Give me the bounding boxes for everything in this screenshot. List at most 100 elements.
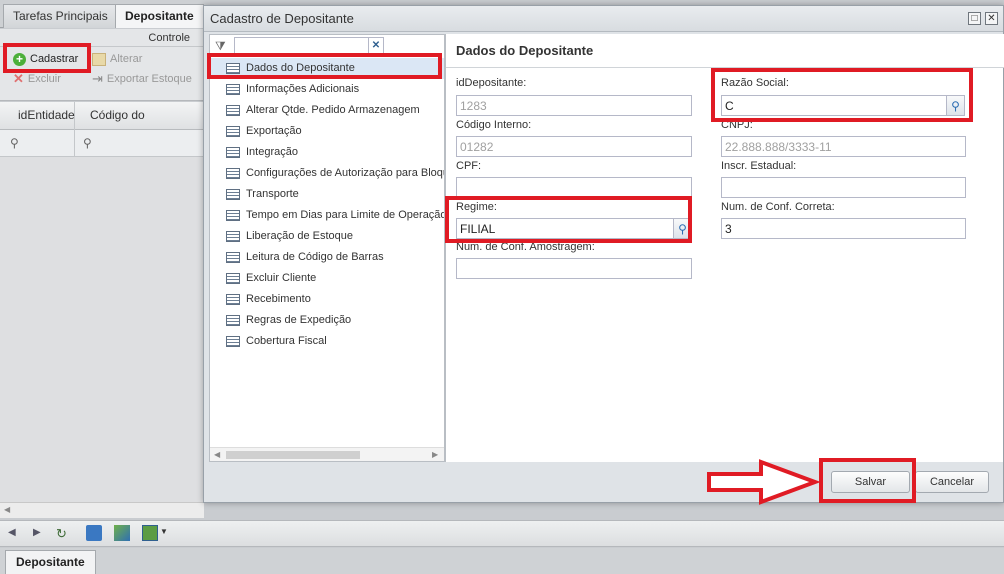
num-conf-amostragem-field[interactable] bbox=[456, 258, 692, 279]
cpf-label: CPF: bbox=[456, 160, 482, 172]
arrow-annotation bbox=[707, 459, 821, 505]
razao-social-field[interactable] bbox=[721, 95, 947, 116]
menu-item-label: Tempo em Dias para Limite de Operação bbox=[246, 209, 444, 221]
codigo-interno-field[interactable] bbox=[456, 136, 692, 157]
menu-horizontal-scrollbar[interactable]: ◀ ▶ bbox=[210, 447, 444, 461]
regime-field[interactable] bbox=[456, 218, 674, 239]
menu-item-label: Alterar Qtde. Pedido Armazenagem bbox=[246, 104, 420, 116]
column-header-identidade[interactable]: idEntidade bbox=[0, 102, 75, 130]
list-icon bbox=[226, 147, 240, 158]
window-footer: Salvar Cancelar bbox=[204, 462, 1003, 502]
num-conf-correta-label: Num. de Conf. Correta: bbox=[721, 201, 835, 213]
grid-body bbox=[0, 157, 204, 502]
regime-search-button[interactable]: ⚲ bbox=[674, 218, 692, 239]
razao-social-search-button[interactable]: ⚲ bbox=[947, 95, 965, 116]
cnpj-label: CNPJ: bbox=[721, 119, 753, 131]
close-icon[interactable]: ✕ bbox=[985, 12, 998, 25]
filter-identidade[interactable]: ⚲ bbox=[0, 130, 75, 157]
menu-item[interactable]: Excluir Cliente bbox=[210, 268, 444, 289]
menu-item[interactable]: Integração bbox=[210, 142, 444, 163]
menu-item[interactable]: Transporte bbox=[210, 184, 444, 205]
section-menu: ⧩ ✕ Dados do Depositante Informações Adic… bbox=[209, 34, 445, 462]
menu-item-label: Cobertura Fiscal bbox=[246, 335, 327, 347]
excluir-button[interactable]: ✕ Excluir bbox=[13, 70, 61, 88]
menu-item[interactable]: Cobertura Fiscal bbox=[210, 331, 444, 352]
next-page-icon[interactable]: ▶ bbox=[33, 527, 41, 538]
menu-item[interactable]: Recebimento bbox=[210, 289, 444, 310]
window-title: Cadastro de Depositante bbox=[204, 6, 1003, 32]
list-icon bbox=[226, 63, 240, 74]
inscr-estadual-field[interactable] bbox=[721, 177, 966, 198]
bottom-tab-bar: Depositante bbox=[0, 548, 1004, 574]
list-icon bbox=[226, 294, 240, 305]
menu-filter: ⧩ ✕ bbox=[213, 37, 441, 57]
main-tab-bar: Tarefas Principais Depositante bbox=[0, 0, 210, 28]
grid-filter-row: ⚲ ⚲ bbox=[0, 130, 204, 157]
delete-icon: ✕ bbox=[13, 71, 24, 86]
cancelar-button[interactable]: Cancelar bbox=[915, 471, 989, 493]
alterar-button[interactable]: Alterar bbox=[92, 50, 142, 68]
menu-item-label: Integração bbox=[246, 146, 298, 158]
menu-item[interactable]: Exportação bbox=[210, 121, 444, 142]
scroll-right-icon[interactable]: ▶ bbox=[432, 450, 438, 459]
menu-item[interactable]: Alterar Qtde. Pedido Armazenagem bbox=[210, 100, 444, 121]
tab-depositante[interactable]: Depositante bbox=[115, 4, 204, 28]
search-icon: ⚲ bbox=[10, 136, 19, 150]
list-icon bbox=[226, 210, 240, 221]
salvar-button[interactable]: Salvar bbox=[831, 471, 910, 493]
alterar-label: Alterar bbox=[110, 53, 143, 65]
paging-toolbar: ◀ ▶ ↻ ▼ bbox=[0, 520, 1004, 547]
excluir-label: Excluir bbox=[27, 73, 61, 85]
cadastrar-button[interactable]: + Cadastrar bbox=[13, 50, 78, 68]
column-header-codigo[interactable]: Código do Depositante bbox=[75, 102, 204, 149]
refresh-icon[interactable]: ↻ bbox=[56, 526, 67, 542]
dados-depositante-panel: Dados do Depositante idDepositante: Códi… bbox=[445, 34, 1004, 462]
menu-item[interactable]: Dados do Depositante bbox=[210, 58, 444, 79]
scroll-thumb[interactable] bbox=[226, 451, 360, 459]
menu-item-label: Leitura de Código de Barras bbox=[246, 251, 384, 263]
menu-item-label: Dados do Depositante bbox=[246, 62, 355, 74]
list-icon bbox=[226, 231, 240, 242]
inscr-estadual-label: Inscr. Estadual: bbox=[721, 160, 797, 172]
list-icon bbox=[226, 105, 240, 116]
list-icon bbox=[226, 168, 240, 179]
razao-social-label: Razão Social: bbox=[721, 77, 789, 89]
grid-horizontal-scrollbar[interactable]: ◀ bbox=[0, 502, 204, 518]
search-panel-icon[interactable] bbox=[86, 525, 102, 541]
toolbar-group-label: Controle bbox=[148, 32, 190, 44]
tab-tarefas-principais[interactable]: Tarefas Principais bbox=[3, 4, 118, 28]
list-icon bbox=[226, 189, 240, 200]
menu-item-label: Recebimento bbox=[246, 293, 311, 305]
chevron-down-icon[interactable]: ▼ bbox=[160, 527, 168, 536]
magnifier-icon: ⚲ bbox=[951, 98, 960, 113]
exportar-estoque-button[interactable]: ⇥ Exportar Estoque bbox=[92, 70, 192, 88]
clear-icon[interactable]: ✕ bbox=[369, 37, 384, 55]
menu-search-input[interactable] bbox=[234, 37, 369, 55]
filter-codigo[interactable]: ⚲ bbox=[75, 130, 204, 157]
bottom-tab-depositante[interactable]: Depositante bbox=[5, 550, 96, 574]
menu-item[interactable]: Leitura de Código de Barras bbox=[210, 247, 444, 268]
list-icon bbox=[226, 273, 240, 284]
scroll-left-icon[interactable]: ◀ bbox=[4, 505, 10, 514]
menu-item[interactable]: Tempo em Dias para Limite de Operação bbox=[210, 205, 444, 226]
list-icon bbox=[226, 315, 240, 326]
menu-item[interactable]: Liberação de Estoque bbox=[210, 226, 444, 247]
chart-icon[interactable] bbox=[114, 525, 130, 541]
num-conf-correta-field[interactable] bbox=[721, 218, 966, 239]
cnpj-field[interactable] bbox=[721, 136, 966, 157]
export-menu-icon[interactable] bbox=[142, 525, 158, 541]
maximize-icon[interactable]: □ bbox=[968, 12, 981, 25]
menu-item[interactable]: Regras de Expedição bbox=[210, 310, 444, 331]
menu-item[interactable]: Configurações de Autorização para Bloque… bbox=[210, 163, 444, 184]
scroll-left-icon[interactable]: ◀ bbox=[214, 450, 220, 459]
menu-item[interactable]: Informações Adicionais bbox=[210, 79, 444, 100]
control-toolbar: Controle + Cadastrar Alterar ✕ Excluir ⇥… bbox=[0, 29, 204, 101]
cadastrar-label: Cadastrar bbox=[30, 53, 79, 65]
cpf-field[interactable] bbox=[456, 177, 692, 198]
iddepositante-field[interactable] bbox=[456, 95, 692, 116]
iddepositante-label: idDepositante: bbox=[456, 77, 527, 89]
search-icon: ⚲ bbox=[83, 136, 92, 150]
previous-page-icon[interactable]: ◀ bbox=[8, 527, 16, 538]
panel-title: Dados do Depositante bbox=[446, 34, 1004, 68]
magnifier-icon: ⚲ bbox=[678, 221, 687, 236]
